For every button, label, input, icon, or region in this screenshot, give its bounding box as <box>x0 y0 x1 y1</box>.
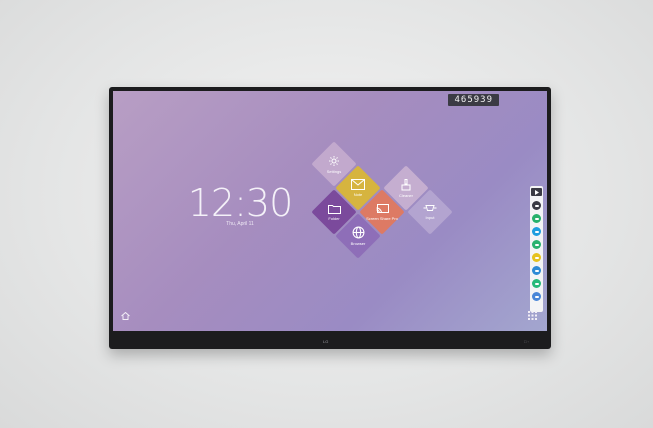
bottom-bezel: LG □ ◦ <box>109 331 551 349</box>
eraser-tool-button[interactable] <box>532 266 541 275</box>
folder-icon <box>327 204 341 214</box>
screenshot-tool-button[interactable] <box>532 227 541 236</box>
home-screen: 465939 12:30 Thu, April 11 Settings Note <box>113 91 547 331</box>
display-monitor: 465939 12:30 Thu, April 11 Settings Note <box>109 87 551 349</box>
settings-tool-button[interactable] <box>532 292 541 301</box>
side-toolbar <box>530 186 543 312</box>
app-tile-browser[interactable]: Browser <box>335 213 381 259</box>
globe-icon <box>352 226 364 239</box>
clock-time: 12:30 <box>187 181 294 225</box>
app-label-input: Input <box>425 215 435 220</box>
whiteboard-tool-button[interactable] <box>532 240 541 249</box>
app-label-browser: Browser <box>350 241 366 246</box>
back-tool-button[interactable] <box>532 201 541 210</box>
connection-code-badge: 465939 <box>448 94 499 106</box>
home-icon[interactable] <box>121 307 130 325</box>
clock-date: Thu, April 11 <box>226 221 254 227</box>
app-tile-input[interactable]: Input <box>407 189 453 235</box>
share-tool-button[interactable] <box>532 279 541 288</box>
toolbar-collapse-button[interactable] <box>531 188 542 196</box>
brand-logo: LG <box>323 339 329 344</box>
pen-tool-button[interactable] <box>532 214 541 223</box>
hdmi-icon <box>423 205 437 211</box>
highlight-tool-button[interactable] <box>532 253 541 262</box>
bezel-ports: □ ◦ <box>524 339 529 344</box>
chevron-right-icon <box>534 189 539 195</box>
app-grid-icon[interactable] <box>528 307 537 325</box>
